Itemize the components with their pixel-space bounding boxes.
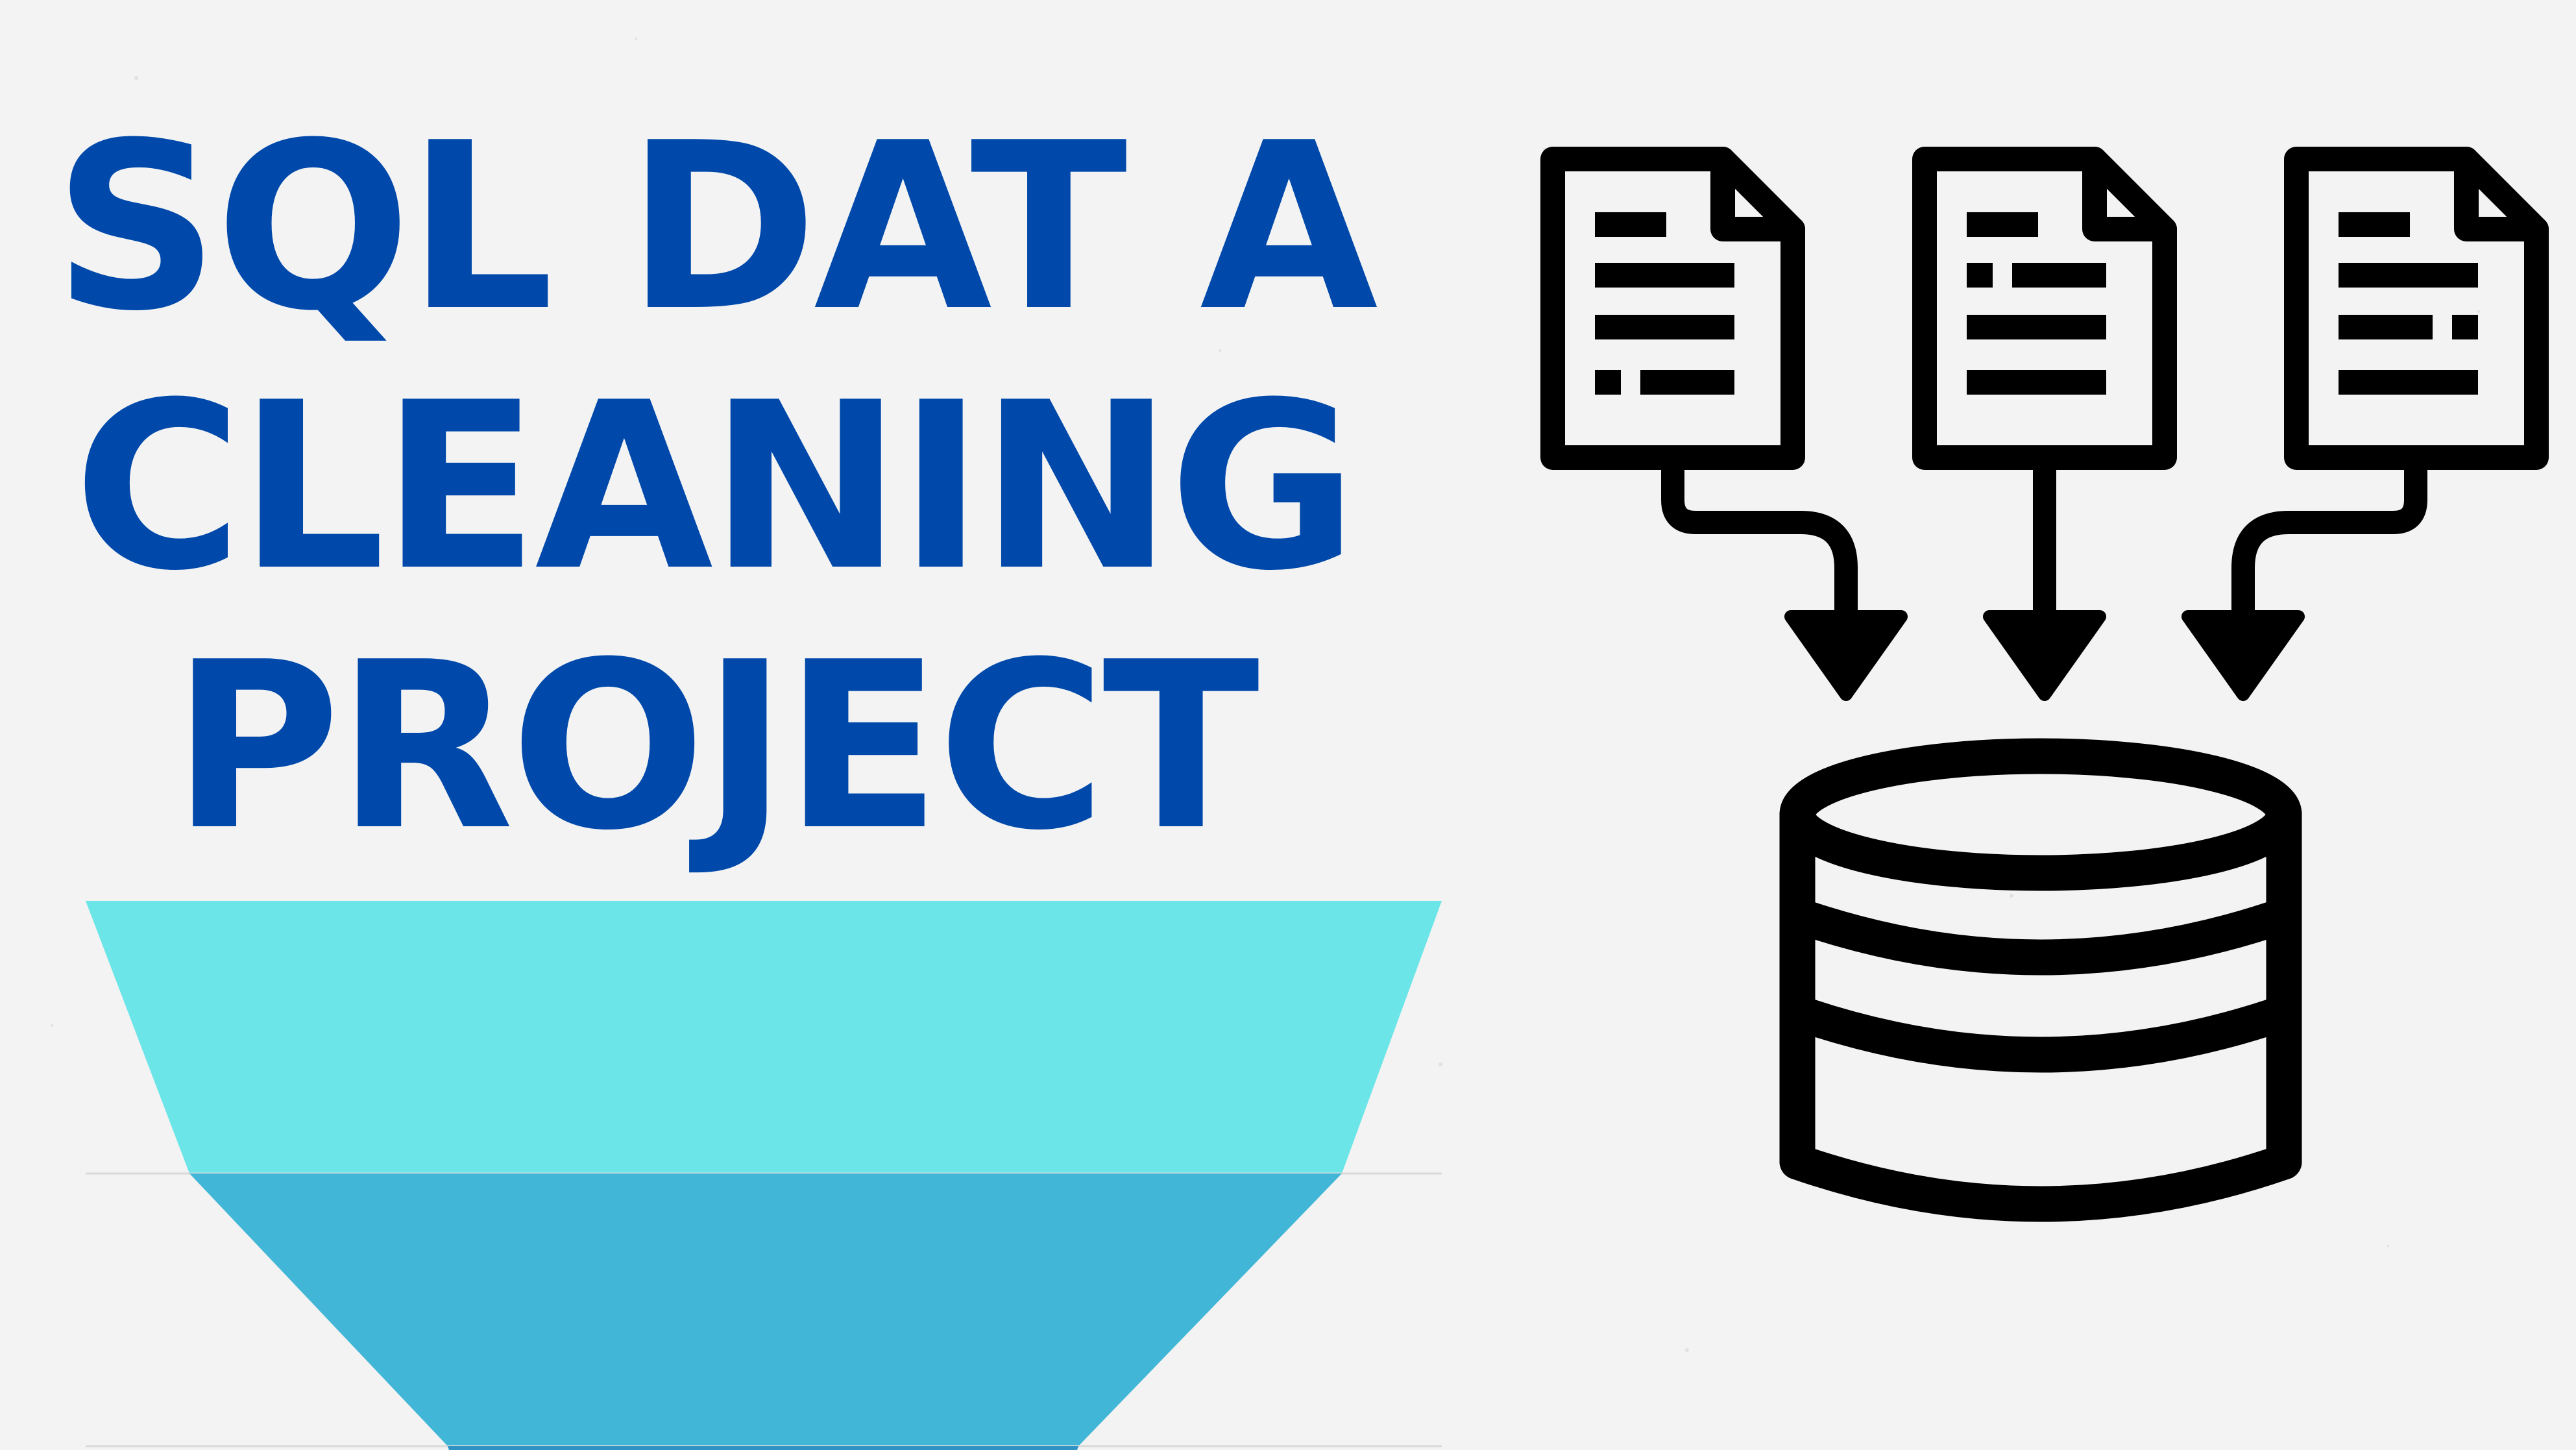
arrowheads	[1784, 610, 2305, 701]
data-flow-illustration	[0, 0, 2576, 1222]
document-icon	[1553, 159, 1793, 458]
document-icon	[1925, 159, 2165, 458]
database-icon	[1779, 738, 2302, 1222]
thumbnail-canvas: SQL DAT A CLEANING PROJECT	[0, 0, 2576, 1450]
document-icon	[2296, 159, 2536, 458]
arrows-down-icon	[1661, 456, 2427, 635]
